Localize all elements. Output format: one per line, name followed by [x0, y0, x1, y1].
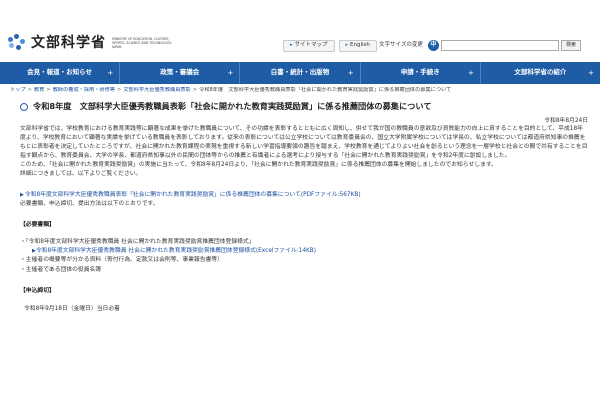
- logo-english-text: MINISTRY OF EDUCATION, CULTURE, SPORTS, …: [112, 37, 172, 50]
- logo-mark-icon: [8, 34, 26, 52]
- search-box: 検索: [441, 40, 582, 51]
- plus-icon: +: [588, 68, 595, 77]
- section-heading-documents: 【必要書類】: [20, 221, 55, 228]
- excel-link[interactable]: ▶令和8年度文部科学大臣優秀教職員 社会に開かれた教育実践奨励賞推薦団体登録様式…: [32, 248, 316, 254]
- list-item: ・主催者である団体の役員名簿: [20, 266, 102, 273]
- page-title: 令和8年度 文部科学大臣優秀教職員表彰「社会に開かれた教育実践奨励賞」に係る推薦…: [20, 101, 588, 113]
- arrow-right-icon: ▸: [290, 42, 293, 49]
- requirements-summary: 必要書類、申込締切、提出方法は以下のとおりです。: [20, 200, 159, 207]
- chevron-right-icon: >: [192, 87, 198, 93]
- font-size-label: 文字サイズの変更: [379, 41, 423, 48]
- breadcrumb: トップ > 教育 > 教師の養成・採用・研修等 > 文部科学大臣優秀教職員表彰 > 令和8年度 …: [10, 87, 590, 95]
- nav-item-policy[interactable]: 政策・審議会 +: [120, 62, 241, 84]
- documents-list: ・「令和8年度文部科学大臣優秀教職員 社会に開かれた教育実践奨励賞推薦団体登録様…: [20, 238, 588, 275]
- circle-bullet-icon: [20, 102, 28, 111]
- sitemap-label: サイトマップ: [294, 42, 328, 49]
- utility-links: ▸ サイトマップ ▸ English: [283, 40, 377, 52]
- breadcrumb-link[interactable]: 教師の養成・採用・研修等: [53, 87, 115, 93]
- search-button[interactable]: 検索: [561, 40, 582, 51]
- nav-item-label: 白書・統計・出版物: [270, 68, 330, 77]
- nav-item-news[interactable]: 会見・報道・お知らせ +: [0, 62, 121, 84]
- nav-item-applications[interactable]: 申請・手続き +: [361, 62, 481, 84]
- search-input[interactable]: [441, 40, 559, 51]
- font-size-medium-button[interactable]: 中: [427, 40, 439, 51]
- nav-item-publications[interactable]: 白書・統計・出版物 +: [240, 62, 361, 84]
- list-item: ・主催者の概要等が分かる資料（寄付行為、定款又は会則等、事業報告書等）: [20, 257, 223, 264]
- breadcrumb-link[interactable]: トップ: [10, 87, 26, 93]
- logo-text: 文部科学省: [31, 35, 106, 51]
- page-title-text: 令和8年度 文部科学大臣優秀教職員表彰「社会に開かれた教育実践奨励賞」に係る推薦…: [33, 101, 432, 111]
- breadcrumb-link[interactable]: 教育: [34, 87, 44, 93]
- pdf-link-label: 令和8年度文部科学大臣優秀教職員表彰「社会に開かれた教育実践奨励賞」に係る推薦団…: [24, 192, 361, 199]
- nav-item-label: 政策・審議会: [160, 68, 200, 77]
- triangle-right-icon: ▶: [20, 192, 24, 199]
- plus-icon: +: [227, 68, 234, 77]
- nav-item-label: 会見・報道・お知らせ: [27, 68, 93, 77]
- intro-paragraph: 文部科学省では、学校教育における教育実践等に顕著な成果を挙げた教職員について、そ…: [20, 126, 588, 160]
- publish-date: 令和8年8月24日: [544, 117, 588, 124]
- site-header: 文部科学省 MINISTRY OF EDUCATION, CULTURE, SP…: [0, 0, 600, 62]
- nav-item-label: 申請・手続き: [400, 68, 440, 77]
- excel-link-label: 令和8年度文部科学大臣優秀教職員 社会に開かれた教育実践奨励賞推薦団体登録様式(…: [35, 248, 317, 255]
- nav-item-label: 文部科学省の紹介: [514, 68, 567, 77]
- announcement-paragraph: このため、「社会に開かれた教育実践奨励賞」の実施に当たって、令和8年8月24日よ…: [20, 162, 497, 169]
- details-paragraph: 詳細につきましては、以下よりご覧ください。: [20, 171, 142, 178]
- plus-icon: +: [467, 68, 474, 77]
- section-heading-deadline: 【申込締切】: [20, 288, 55, 295]
- chevron-right-icon: >: [27, 87, 32, 93]
- plus-icon: +: [107, 68, 114, 77]
- list-item: ▶令和8年度文部科学大臣優秀教職員 社会に開かれた教育実践奨励賞推薦団体登録様式…: [20, 247, 588, 256]
- sitemap-link[interactable]: ▸ サイトマップ: [283, 40, 335, 52]
- list-item: ・「令和8年度文部科学大臣優秀教職員 社会に開かれた教育実践奨励賞推薦団体登録様…: [20, 238, 255, 245]
- plus-icon: +: [347, 68, 354, 77]
- chevron-right-icon: >: [116, 87, 122, 93]
- nav-item-about[interactable]: 文部科学省の紹介 +: [481, 62, 600, 84]
- main-content: 令和8年度 文部科学大臣優秀教職員表彰「社会に開かれた教育実践奨励賞」に係る推薦…: [20, 101, 588, 314]
- deadline-text: 令和8年9月18日（金曜日）当日必着: [24, 306, 120, 313]
- pdf-link[interactable]: ▶令和8年度文部科学大臣優秀教職員表彰「社会に開かれた教育実践奨励賞」に係る推薦…: [20, 191, 588, 199]
- breadcrumb-current: 令和8年度 文部科学大臣優秀教職員表彰「社会に開かれた教育実践奨励賞」に係る推薦…: [199, 87, 452, 93]
- english-label: English: [350, 42, 370, 49]
- arrow-right-icon: ▸: [345, 42, 349, 49]
- english-link[interactable]: ▸ English: [338, 40, 377, 52]
- breadcrumb-link[interactable]: 文部科学大臣優秀教職員表彰: [123, 87, 190, 93]
- site-logo[interactable]: 文部科学省 MINISTRY OF EDUCATION, CULTURE, SP…: [8, 33, 174, 53]
- global-nav: 会見・報道・お知らせ + 政策・審議会 + 白書・統計・出版物 + 申請・手続き + 文…: [0, 62, 600, 84]
- chevron-right-icon: >: [46, 87, 51, 93]
